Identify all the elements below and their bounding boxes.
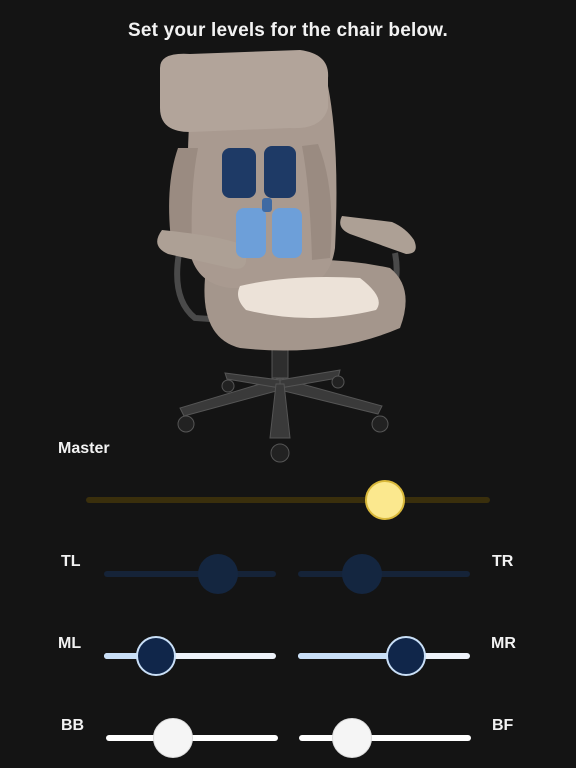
chair-base xyxy=(177,337,389,463)
bf-slider[interactable] xyxy=(299,718,471,758)
page-title: Set your levels for the chair below. xyxy=(127,20,449,41)
tl-label: TL xyxy=(61,553,81,570)
mr-slider-thumb[interactable] xyxy=(386,636,427,676)
mr-label: MR xyxy=(491,635,516,652)
bf-label: BF xyxy=(492,717,514,734)
tr-slider-thumb[interactable] xyxy=(341,554,382,594)
master-label: Master xyxy=(58,440,110,457)
master-slider-thumb[interactable] xyxy=(364,480,405,520)
bb-slider-thumb[interactable] xyxy=(153,718,194,758)
tl-slider-thumb[interactable] xyxy=(197,554,238,594)
bb-label: BB xyxy=(61,717,85,734)
mr-slider[interactable] xyxy=(298,636,470,676)
pad-top-left xyxy=(222,148,256,198)
ml-slider[interactable] xyxy=(104,636,276,676)
pad-top-right xyxy=(264,146,296,198)
ml-label: ML xyxy=(58,635,82,652)
bf-slider-thumb[interactable] xyxy=(332,718,373,758)
chair-image xyxy=(157,50,416,463)
ml-slider-thumb[interactable] xyxy=(135,636,176,676)
tr-slider[interactable] xyxy=(298,554,470,594)
master-slider[interactable] xyxy=(86,480,490,520)
pad-seat xyxy=(238,277,379,318)
pad-mid-right xyxy=(272,208,302,258)
tl-slider[interactable] xyxy=(104,554,276,594)
pad-mid-left xyxy=(236,208,266,258)
bb-slider[interactable] xyxy=(106,718,278,758)
tr-label: TR xyxy=(492,553,514,570)
